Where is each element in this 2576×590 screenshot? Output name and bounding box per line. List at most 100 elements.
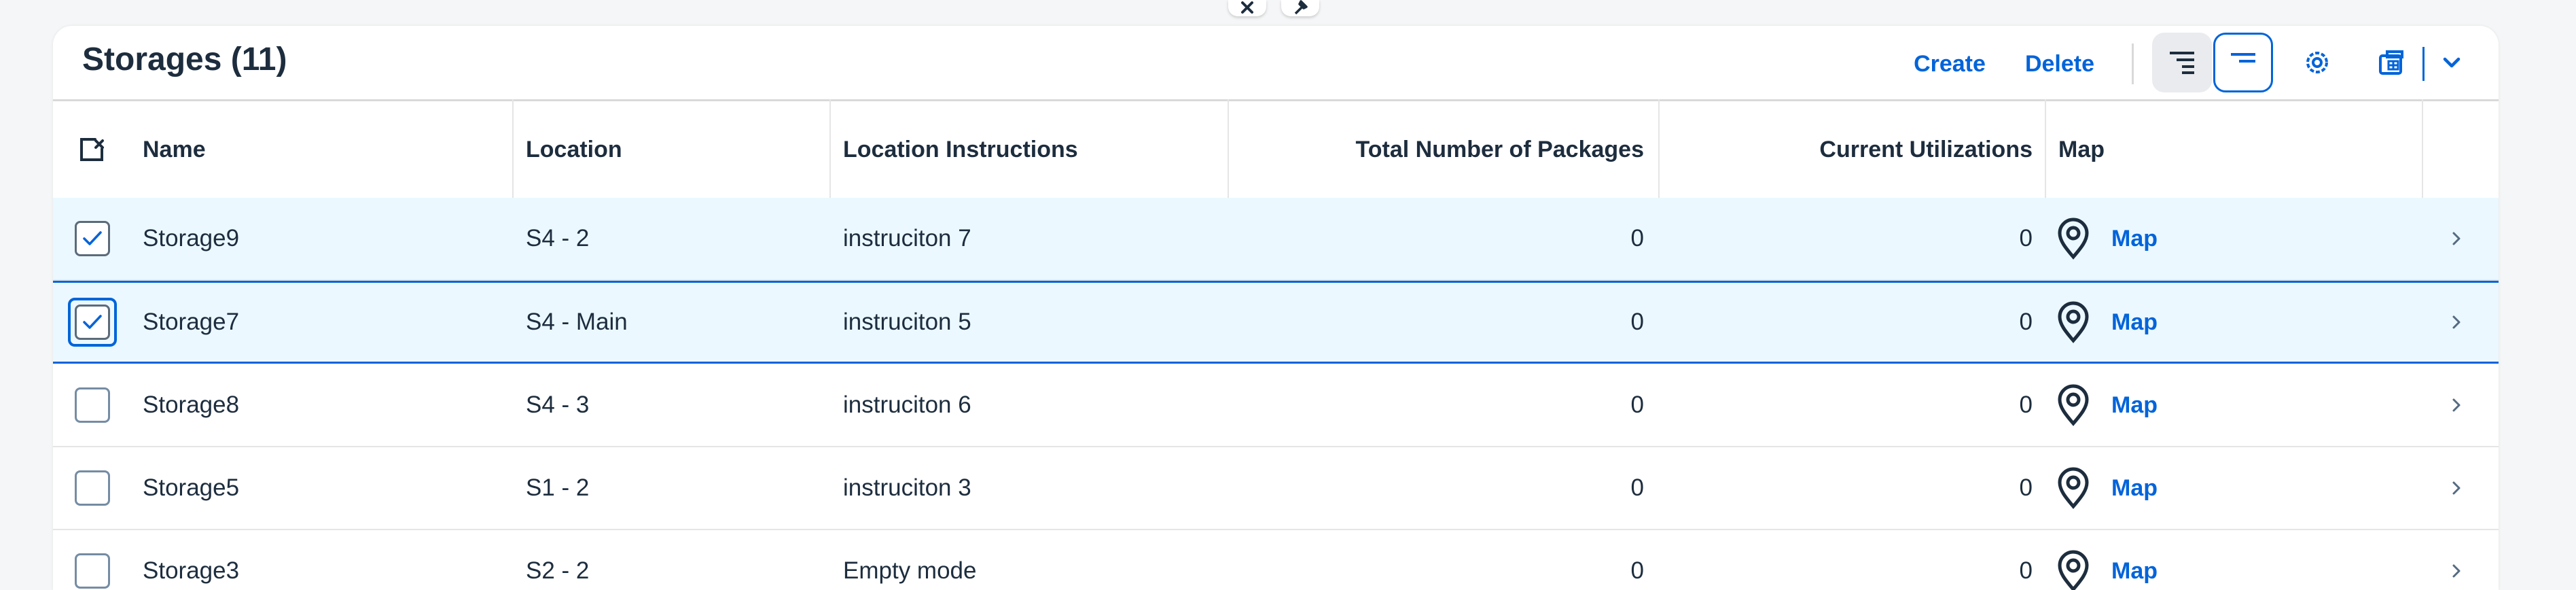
row-select-checkbox[interactable] bbox=[75, 305, 110, 340]
column-header-current-utilizations[interactable]: Current Utilizations bbox=[1663, 101, 2033, 198]
column-header-total-packages[interactable]: Total Number of Packages bbox=[1228, 101, 1645, 198]
location-pin-icon bbox=[2058, 467, 2089, 509]
row-select-checkbox[interactable] bbox=[75, 553, 110, 589]
cell-utilizations: 0 bbox=[2019, 392, 2033, 418]
location-pin-icon bbox=[2058, 218, 2089, 260]
collapse-header-button[interactable] bbox=[1228, 0, 1266, 16]
create-button[interactable]: Create bbox=[1902, 44, 1997, 84]
map-link[interactable]: Map bbox=[2056, 283, 2158, 362]
chevron-right-icon bbox=[2452, 315, 2461, 329]
top-handles bbox=[1228, 0, 1319, 16]
column-header-location-instructions[interactable]: Location Instructions bbox=[843, 101, 1078, 198]
cell-utilizations: 0 bbox=[2019, 557, 2033, 584]
cell-packages: 0 bbox=[1630, 474, 1644, 501]
table-title: Storages (11) bbox=[82, 41, 287, 77]
table-header: Name Location Location Instructions Tota… bbox=[53, 101, 2499, 200]
column-divider bbox=[829, 99, 831, 198]
cell-name: Storage7 bbox=[143, 309, 240, 335]
location-pin-icon bbox=[2058, 550, 2089, 590]
row-navigation[interactable] bbox=[2451, 283, 2462, 362]
map-link[interactable]: Map bbox=[2056, 530, 2158, 590]
column-divider bbox=[1228, 99, 1229, 198]
map-link-label: Map bbox=[2111, 474, 2158, 501]
map-link[interactable]: Map bbox=[2056, 364, 2158, 446]
cell-location: S4 - 3 bbox=[526, 392, 590, 418]
map-link[interactable]: Map bbox=[2056, 447, 2158, 529]
cell-location: S4 - Main bbox=[526, 309, 628, 335]
chevron-right-icon bbox=[2452, 232, 2461, 245]
column-divider bbox=[2422, 99, 2423, 198]
toolbar-separator bbox=[2132, 44, 2134, 84]
group-button[interactable] bbox=[2213, 33, 2273, 92]
row-select-checkbox[interactable] bbox=[75, 470, 110, 506]
cell-instructions: Empty mode bbox=[843, 557, 977, 584]
cell-instructions: instruciton 3 bbox=[843, 474, 971, 501]
column-divider bbox=[1658, 99, 1660, 198]
check-icon bbox=[83, 315, 102, 329]
pin-icon bbox=[1294, 0, 1308, 15]
menu-button-separator bbox=[2422, 47, 2425, 81]
sort-icon bbox=[2170, 52, 2194, 74]
storages-table-panel: Storages (11) Create Delete Name Locatio… bbox=[53, 26, 2499, 590]
cell-utilizations: 0 bbox=[2019, 309, 2033, 335]
cell-name: Storage9 bbox=[143, 225, 240, 251]
delete-button[interactable]: Delete bbox=[2012, 44, 2107, 84]
cell-instructions: instruciton 6 bbox=[843, 392, 971, 418]
map-link-label: Map bbox=[2111, 392, 2158, 418]
row-navigation[interactable] bbox=[2451, 530, 2462, 590]
table-row[interactable]: Storage3 S2 - 2 Empty mode 0 0 Map bbox=[53, 530, 2499, 590]
export-icon bbox=[2379, 50, 2403, 75]
cell-packages: 0 bbox=[1630, 557, 1644, 584]
row-navigation[interactable] bbox=[2451, 447, 2462, 529]
chevron-down-icon bbox=[2443, 57, 2461, 68]
export-menu-button[interactable] bbox=[2428, 33, 2475, 92]
column-header-name[interactable]: Name bbox=[143, 101, 206, 198]
chevron-right-icon bbox=[2452, 398, 2461, 412]
column-header-location[interactable]: Location bbox=[526, 101, 622, 198]
cell-name: Storage8 bbox=[143, 392, 240, 418]
chevron-right-icon bbox=[2452, 481, 2461, 495]
table-row[interactable]: Storage5 S1 - 2 instruciton 3 0 0 Map bbox=[53, 447, 2499, 530]
row-select-checkbox[interactable] bbox=[75, 221, 110, 256]
row-select-checkbox[interactable] bbox=[75, 387, 110, 423]
settings-button[interactable] bbox=[2287, 33, 2347, 92]
settings-icon bbox=[2306, 52, 2328, 73]
cell-utilizations: 0 bbox=[2019, 225, 2033, 251]
column-divider bbox=[2045, 99, 2046, 198]
cell-instructions: instruciton 5 bbox=[843, 309, 971, 335]
cell-utilizations: 0 bbox=[2019, 474, 2033, 501]
pin-header-button[interactable] bbox=[1281, 0, 1319, 16]
select-all-icon bbox=[80, 138, 104, 161]
chevron-right-icon bbox=[2452, 564, 2461, 578]
table-row[interactable]: Storage8 S4 - 3 instruciton 6 0 0 Map bbox=[53, 364, 2499, 447]
column-divider bbox=[512, 99, 514, 198]
sort-button[interactable] bbox=[2152, 33, 2212, 92]
cell-packages: 0 bbox=[1630, 309, 1644, 335]
select-all-button[interactable] bbox=[77, 101, 118, 198]
location-pin-icon bbox=[2058, 384, 2089, 426]
cell-name: Storage5 bbox=[143, 474, 240, 501]
row-navigation[interactable] bbox=[2451, 198, 2462, 279]
table-row[interactable]: Storage7 S4 - Main instruciton 5 0 0 Map bbox=[53, 281, 2499, 364]
close-icon bbox=[1241, 1, 1253, 14]
export-button[interactable] bbox=[2364, 33, 2418, 92]
cell-packages: 0 bbox=[1630, 225, 1644, 251]
cell-location: S2 - 2 bbox=[526, 557, 590, 584]
map-link-label: Map bbox=[2111, 225, 2158, 251]
map-link-label: Map bbox=[2111, 557, 2158, 584]
row-select-checkbox-focus bbox=[68, 298, 117, 347]
location-pin-icon bbox=[2058, 301, 2089, 343]
map-link-label: Map bbox=[2111, 309, 2158, 335]
cell-packages: 0 bbox=[1630, 392, 1644, 418]
column-header-map[interactable]: Map bbox=[2058, 101, 2105, 198]
cell-location: S4 - 2 bbox=[526, 225, 590, 251]
group-icon bbox=[2231, 53, 2255, 63]
table-row[interactable]: Storage9 S4 - 2 instruciton 7 0 0 Map bbox=[53, 198, 2499, 281]
table-toolbar: Storages (11) Create Delete bbox=[53, 26, 2499, 101]
map-link[interactable]: Map bbox=[2056, 198, 2158, 279]
check-icon bbox=[83, 231, 102, 245]
cell-location: S1 - 2 bbox=[526, 474, 590, 501]
cell-instructions: instruciton 7 bbox=[843, 225, 971, 251]
cell-name: Storage3 bbox=[143, 557, 240, 584]
row-navigation[interactable] bbox=[2451, 364, 2462, 446]
